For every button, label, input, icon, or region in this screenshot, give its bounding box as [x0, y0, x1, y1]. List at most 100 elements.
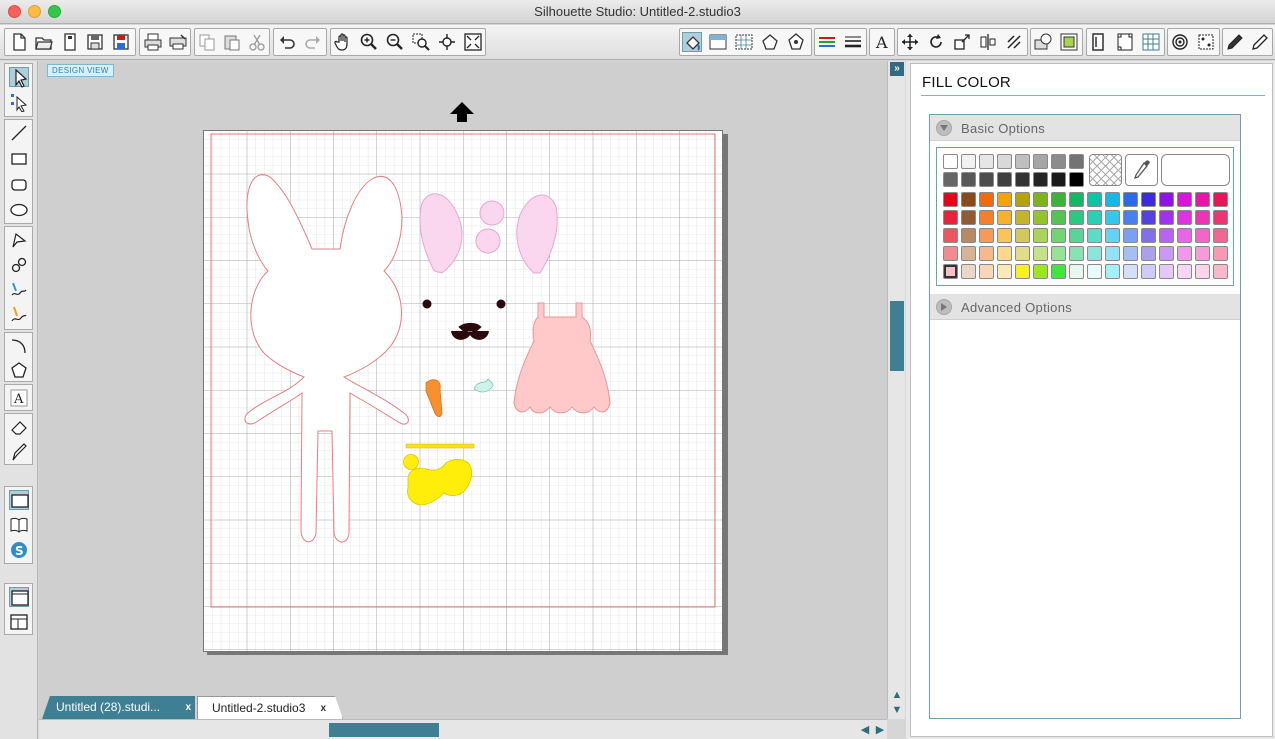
color-swatch[interactable]: [1051, 264, 1066, 279]
color-swatch[interactable]: [943, 154, 958, 169]
color-swatch[interactable]: [979, 210, 994, 225]
yellow-circle-shape[interactable]: [403, 454, 419, 470]
color-swatch[interactable]: [1051, 172, 1066, 187]
line-tool-icon[interactable]: [9, 123, 29, 143]
zoom-out-icon[interactable]: [385, 32, 405, 52]
rounded-rectangle-tool-icon[interactable]: [9, 175, 29, 195]
color-swatch[interactable]: [1159, 246, 1174, 261]
zoom-drag-icon[interactable]: [437, 32, 457, 52]
current-color-swatch[interactable]: [1161, 154, 1230, 186]
color-swatch[interactable]: [1087, 228, 1102, 243]
silhouette-store-icon[interactable]: S: [9, 540, 29, 560]
text-tool-icon[interactable]: A: [9, 388, 29, 408]
no-fill-swatch[interactable]: [1089, 154, 1122, 186]
color-swatch[interactable]: [1033, 264, 1048, 279]
color-swatch[interactable]: [1159, 228, 1174, 243]
color-swatch[interactable]: [1033, 172, 1048, 187]
color-swatch[interactable]: [1069, 264, 1084, 279]
right-eye-dot[interactable]: [496, 299, 506, 309]
color-swatch[interactable]: [961, 172, 976, 187]
copy-icon[interactable]: [197, 32, 217, 52]
color-swatch[interactable]: [1105, 192, 1120, 207]
color-swatch[interactable]: [997, 154, 1012, 169]
color-swatch[interactable]: [1105, 264, 1120, 279]
color-swatch[interactable]: [979, 246, 994, 261]
cut-settings-icon[interactable]: [1196, 32, 1216, 52]
color-swatch[interactable]: [1087, 192, 1102, 207]
pan-hand-icon[interactable]: [333, 32, 353, 52]
color-swatch[interactable]: [943, 228, 958, 243]
design-workspace[interactable]: DESIGN VIEW: [39, 61, 887, 694]
polygon-tool-icon[interactable]: [9, 230, 29, 250]
line-weight-icon[interactable]: [843, 32, 863, 52]
color-swatch[interactable]: [1051, 228, 1066, 243]
color-swatch[interactable]: [1213, 192, 1228, 207]
tab-untitled-28[interactable]: Untitled (28).studi... x: [42, 696, 195, 719]
color-swatch[interactable]: [1069, 172, 1084, 187]
color-swatch[interactable]: [1177, 210, 1192, 225]
transform-move-icon[interactable]: [900, 32, 920, 52]
ellipse-tool-icon[interactable]: [9, 200, 29, 220]
color-swatch[interactable]: [1033, 210, 1048, 225]
color-swatch[interactable]: [961, 228, 976, 243]
fill-color-panel-icon[interactable]: [682, 32, 702, 52]
color-swatch[interactable]: [1159, 210, 1174, 225]
color-swatch[interactable]: [943, 172, 958, 187]
fill-gradient-icon[interactable]: [708, 32, 728, 52]
offset-icon[interactable]: [1059, 32, 1079, 52]
scroll-left-icon[interactable]: ◀: [858, 723, 872, 737]
color-swatch[interactable]: [1087, 210, 1102, 225]
color-swatch[interactable]: [1195, 264, 1210, 279]
panel-expand-button[interactable]: »: [890, 62, 904, 76]
color-swatch[interactable]: [1105, 228, 1120, 243]
horizontal-scroll-thumb[interactable]: [329, 723, 439, 737]
color-swatch[interactable]: [1141, 210, 1156, 225]
color-swatch[interactable]: [1141, 228, 1156, 243]
color-swatch[interactable]: [1177, 246, 1192, 261]
color-swatch[interactable]: [943, 264, 958, 279]
tab-untitled-2[interactable]: Untitled-2.studio3 x: [197, 696, 343, 719]
color-swatch[interactable]: [1141, 246, 1156, 261]
split-view-icon[interactable]: [9, 612, 29, 632]
tab-close-icon[interactable]: x: [185, 696, 191, 719]
color-swatch[interactable]: [1213, 264, 1228, 279]
color-swatch[interactable]: [1033, 192, 1048, 207]
color-swatch[interactable]: [1105, 210, 1120, 225]
color-swatch[interactable]: [1069, 154, 1084, 169]
color-swatch[interactable]: [1141, 264, 1156, 279]
save-icon[interactable]: [85, 32, 105, 52]
color-swatch[interactable]: [1015, 228, 1030, 243]
knife-tool-icon[interactable]: [9, 442, 29, 462]
freehand-tool-icon[interactable]: [9, 280, 29, 300]
color-swatch[interactable]: [1213, 210, 1228, 225]
cheek-circle-bottom[interactable]: [475, 228, 501, 254]
vertical-scrollbar[interactable]: » ▲ ▼: [887, 61, 905, 719]
scale-icon[interactable]: [952, 32, 972, 52]
send-to-silhouette-icon[interactable]: [1250, 32, 1270, 52]
color-swatch[interactable]: [1015, 210, 1030, 225]
scroll-up-icon[interactable]: ▲: [890, 689, 904, 702]
color-swatch[interactable]: [1177, 192, 1192, 207]
zoom-select-icon[interactable]: [411, 32, 431, 52]
zoom-in-icon[interactable]: [359, 32, 379, 52]
paste-icon[interactable]: [222, 32, 242, 52]
cut-icon[interactable]: [247, 32, 267, 52]
color-swatch[interactable]: [1015, 264, 1030, 279]
scroll-right-icon[interactable]: ▶: [873, 723, 887, 737]
rectangle-tool-icon[interactable]: [9, 149, 29, 169]
print-icon[interactable]: [143, 32, 163, 52]
color-swatch[interactable]: [1159, 192, 1174, 207]
design-area-icon[interactable]: [9, 490, 29, 510]
color-swatch[interactable]: [997, 192, 1012, 207]
color-swatch[interactable]: [1033, 246, 1048, 261]
color-swatch[interactable]: [961, 192, 976, 207]
yellow-bar-shape[interactable]: [405, 443, 475, 449]
color-swatch[interactable]: [961, 264, 976, 279]
color-swatch[interactable]: [1069, 192, 1084, 207]
left-eye-dot[interactable]: [422, 299, 432, 309]
color-swatch[interactable]: [1195, 192, 1210, 207]
color-swatch[interactable]: [1069, 228, 1084, 243]
library-book-icon[interactable]: [9, 515, 29, 535]
edit-points-icon[interactable]: [9, 92, 29, 113]
color-swatch[interactable]: [1087, 264, 1102, 279]
